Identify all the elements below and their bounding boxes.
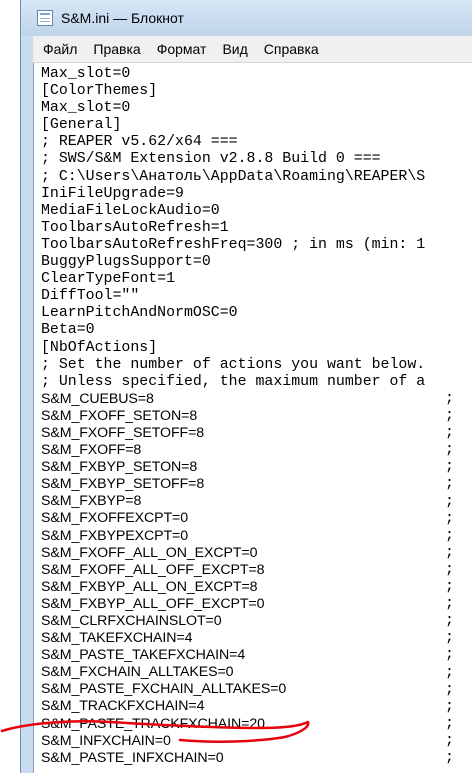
text-line: ; Unless specified, the maximum number o… [41, 373, 426, 390]
text-line: S&M_PASTE_TAKEFXCHAIN=4 [41, 647, 246, 664]
comment-semicolon: ; [445, 425, 454, 442]
text-line: S&M_FXOFF_SETOFF=8 [41, 424, 205, 441]
text-line: S&M_TAKEFXCHAIN=4 [41, 630, 193, 647]
comment-semicolon: ; [445, 698, 454, 715]
menu-format[interactable]: Формат [147, 41, 213, 57]
menu-view[interactable]: Вид [212, 41, 253, 57]
notepad-icon [37, 10, 53, 26]
text-line: MediaFileLockAudio=0 [41, 202, 220, 219]
text-line: ToolbarsAutoRefresh=1 [41, 219, 229, 236]
comment-semicolon: ; [445, 476, 454, 493]
text-line: S&M_PASTE_TRACKFXCHAIN=20 [41, 715, 265, 732]
comment-semicolon: ; [445, 681, 454, 698]
text-line: S&M_FXBYPEXCPT=0 [41, 527, 189, 544]
menu-help[interactable]: Справка [254, 41, 325, 57]
text-line: S&M_FXBYP_SETON=8 [41, 459, 198, 476]
text-line: S&M_PASTE_INFXCHAIN=0 [41, 749, 224, 766]
text-line: [General] [41, 117, 122, 134]
text-line: ToolbarsAutoRefreshFreq=300 ; in ms (min… [41, 236, 426, 253]
comment-semicolon: ; [445, 390, 454, 407]
text-line: IniFileUpgrade=9 [41, 185, 184, 202]
comment-semicolon: ; [445, 750, 454, 766]
comment-semicolon: ; [445, 493, 454, 510]
text-line: S&M_FXOFF_ALL_ON_EXCPT=0 [41, 544, 258, 561]
text-line: S&M_CUEBUS=8 [41, 390, 154, 407]
text-line: [ColorThemes] [41, 83, 158, 100]
text-line: S&M_FXBYP_ALL_ON_EXCPT=8 [41, 578, 258, 595]
text-line: ; Set the number of actions you want bel… [41, 356, 426, 373]
comment-semicolon: ; [445, 664, 454, 681]
text-line: S&M_FXBYP=8 [41, 493, 142, 510]
comment-semicolon: ; [445, 596, 454, 613]
text-line: [NbOfActions] [41, 339, 158, 356]
text-line: S&M_CLRFXCHAINSLOT=0 [41, 613, 222, 629]
comment-semicolon: ; [445, 579, 454, 595]
comment-semicolon: ; [445, 442, 454, 459]
text-line: S&M_FXBYP_SETOFF=8 [41, 476, 205, 493]
comment-semicolon: ; [445, 408, 454, 424]
text-line: ; REAPER v5.62/x64 === [41, 134, 238, 151]
comment-semicolon: ; [445, 630, 454, 647]
comment-semicolon: ; [445, 613, 454, 630]
text-line: Max_slot=0 [41, 100, 131, 117]
menu-edit[interactable]: Правка [83, 41, 146, 57]
text-line: DiffTool="" [41, 288, 140, 305]
text-line: Beta=0 [41, 322, 95, 339]
comment-semicolon: ; [445, 510, 454, 527]
text-line: S&M_FXOFF_ALL_OFF_EXCPT=8 [41, 561, 265, 578]
comment-semicolon: ; [445, 561, 454, 578]
comment-semicolon: ; [445, 544, 454, 561]
text-line: ; SWS/S&M Extension v2.8.8 Build 0 === [41, 151, 381, 168]
comment-semicolon: ; [445, 647, 454, 664]
text-line: S&M_TRACKFXCHAIN=4 [41, 698, 205, 715]
text-line: S&M_FXBYP_ALL_OFF_EXCPT=0 [41, 595, 265, 612]
text-line: S&M_FXOFFEXCPT=0 [41, 510, 189, 527]
text-line: S&M_PASTE_FXCHAIN_ALLTAKES=0 [41, 681, 287, 698]
text-line: BuggyPlugsSupport=0 [41, 254, 211, 271]
comment-semicolon: ; [445, 732, 454, 749]
text-line: S&M_FXCHAIN_ALLTAKES=0 [41, 664, 234, 681]
menu-bar: Файл Правка Формат Вид Справка [33, 36, 472, 63]
title-bar[interactable]: S&M.ini — Блокнот [21, 0, 472, 36]
text-editor-area[interactable]: Max_slot=0 [ColorThemes] Max_slot=0 [Genera… [33, 63, 472, 773]
text-line: LearnPitchAndNormOSC=0 [41, 305, 238, 322]
text-line: S&M_FXOFF_SETON=8 [41, 407, 198, 424]
comment-semicolon: ; [445, 715, 454, 732]
text-line: ; C:\Users\Анатоль\AppData\Roaming\REAPE… [41, 168, 426, 185]
menu-file[interactable]: Файл [33, 41, 83, 57]
text-line: ClearTypeFont=1 [41, 271, 176, 288]
text-line: S&M_INFXCHAIN=0 [41, 732, 171, 749]
comment-semicolon: ; [445, 527, 454, 544]
text-line: S&M_FXOFF=8 [41, 442, 142, 459]
text-line: Max_slot=0 [41, 66, 131, 82]
window-title: S&M.ini — Блокнот [61, 10, 184, 26]
comment-semicolon: ; [445, 459, 454, 476]
notepad-window: S&M.ini — Блокнот Файл Правка Формат Вид… [20, 0, 472, 773]
text-lines: Max_slot=0 [ColorThemes] Max_slot=0 [Genera… [34, 63, 472, 767]
